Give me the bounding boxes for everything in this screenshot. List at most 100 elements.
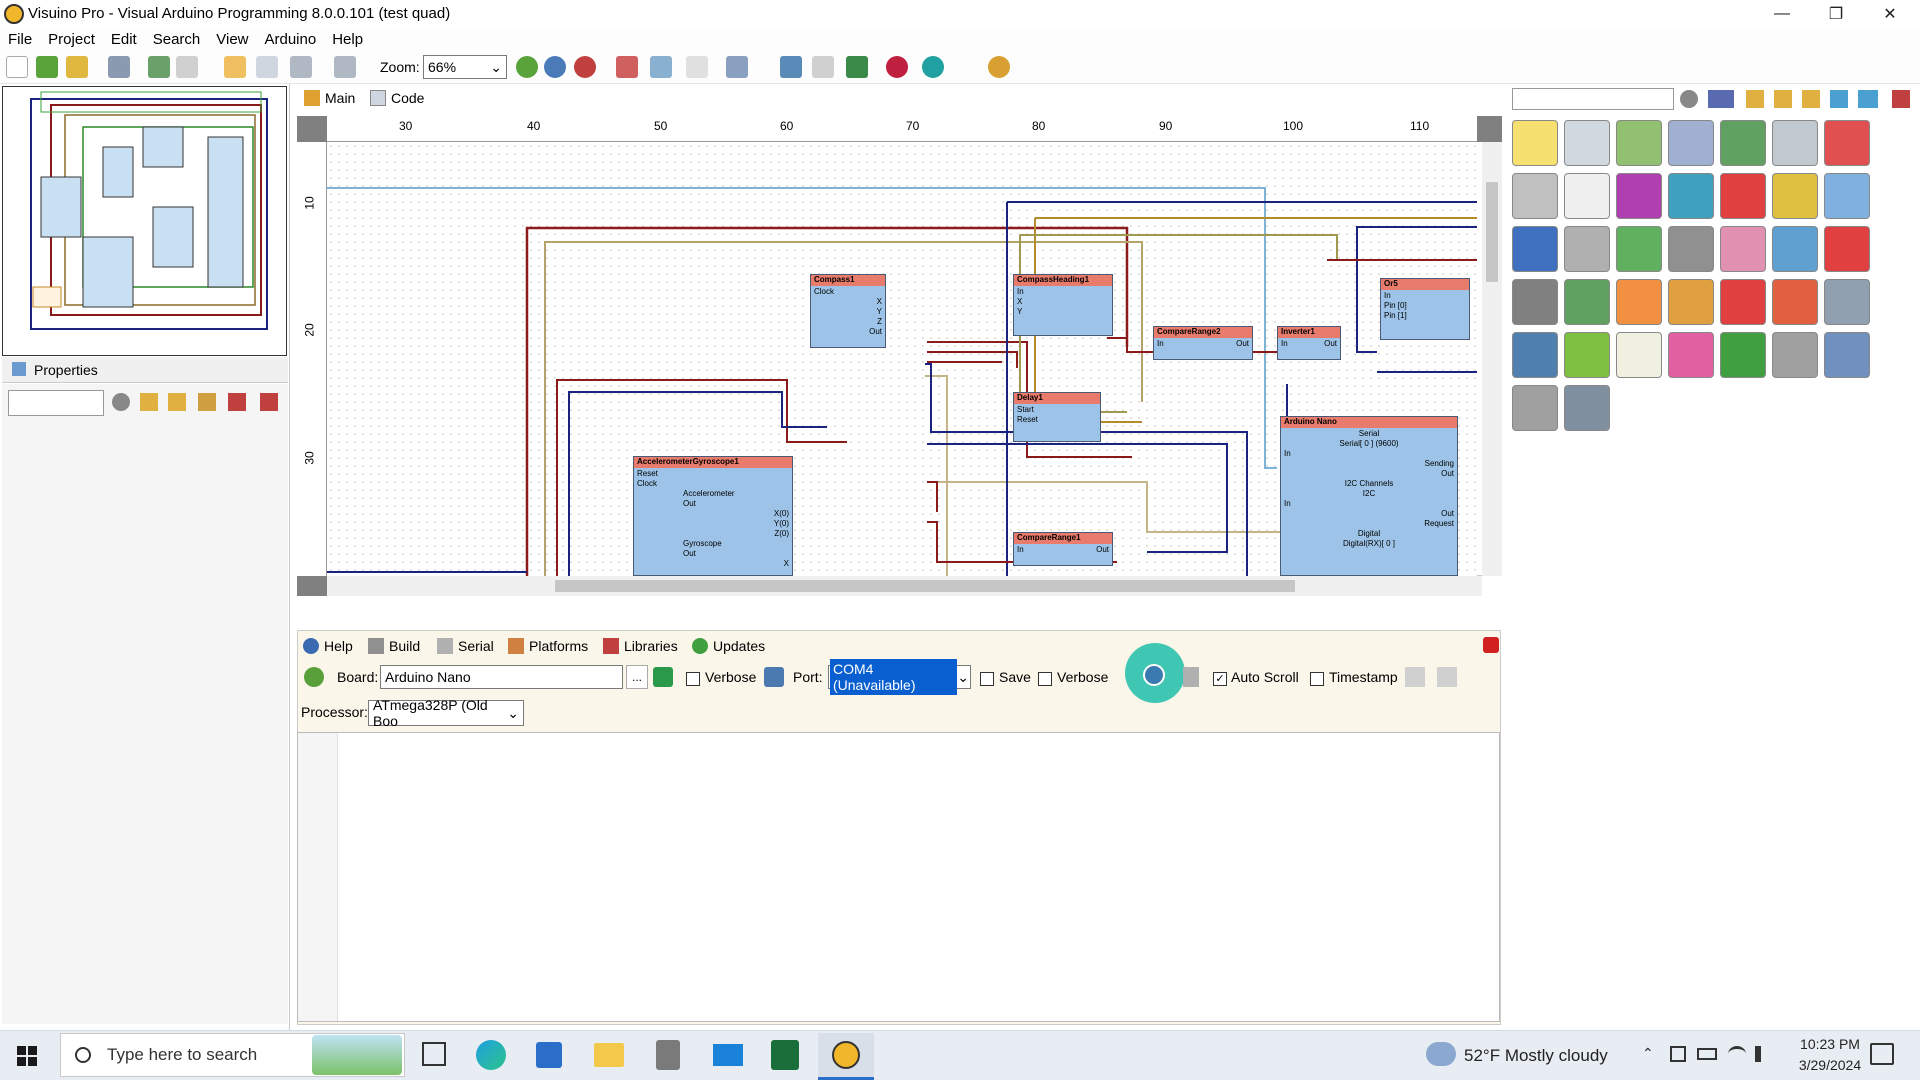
- pin-z0[interactable]: Z(0): [637, 529, 789, 539]
- numeric-icon[interactable]: [1858, 90, 1878, 108]
- recorder-icon[interactable]: [656, 1040, 680, 1070]
- tab-build[interactable]: Build: [368, 636, 420, 656]
- horizontal-scrollbar-thumb[interactable]: [555, 580, 1295, 592]
- restore-button[interactable]: ❐: [1810, 0, 1862, 28]
- verbose2-check-box[interactable]: [1038, 672, 1052, 687]
- pin-sending[interactable]: Sending: [1284, 459, 1454, 469]
- open-icon[interactable]: [36, 56, 58, 78]
- visuino-taskbar-button[interactable]: [818, 1033, 874, 1080]
- compare-range2-component[interactable]: CompareRange2 In Out: [1153, 326, 1253, 360]
- board-icon[interactable]: [1616, 120, 1662, 166]
- save-checkbox[interactable]: [980, 670, 994, 687]
- keypad-icon[interactable]: [1772, 120, 1818, 166]
- timestamp-check-box[interactable]: [1310, 672, 1324, 687]
- connect-serial-icon[interactable]: [1143, 664, 1165, 686]
- upload-icon[interactable]: [846, 56, 868, 78]
- pin-x0[interactable]: X(0): [637, 509, 789, 519]
- pin-out[interactable]: Out: [814, 327, 882, 337]
- save-icon[interactable]: [108, 56, 130, 78]
- inverter-component[interactable]: Inverter1 In Out: [1277, 326, 1341, 360]
- audio-icon[interactable]: [1512, 173, 1558, 219]
- color-icon[interactable]: [1668, 332, 1714, 378]
- file-explorer-icon[interactable]: [594, 1043, 624, 1067]
- menu-edit[interactable]: Edit: [103, 28, 145, 48]
- tab-updates[interactable]: Updates: [692, 636, 765, 656]
- category-icon[interactable]: [1708, 90, 1734, 108]
- menu-project[interactable]: Project: [40, 28, 103, 48]
- timestamp-checkbox[interactable]: [1310, 670, 1324, 687]
- arduino-nano-component[interactable]: Arduino Nano Serial Serial[ 0 ] (9600) I…: [1280, 416, 1458, 576]
- vertical-scrollbar[interactable]: [1482, 142, 1502, 576]
- pin-reset[interactable]: Reset: [637, 469, 789, 479]
- pin-0[interactable]: Pin [0]: [1384, 301, 1466, 311]
- find-icon[interactable]: [726, 56, 748, 78]
- properties-search-input[interactable]: [8, 390, 104, 416]
- tools-icon[interactable]: [1892, 90, 1910, 108]
- window-icon[interactable]: [1824, 279, 1870, 325]
- filter-icon[interactable]: [112, 393, 130, 411]
- vertical-scrollbar-thumb[interactable]: [1486, 182, 1498, 282]
- menu-search[interactable]: Search: [145, 28, 209, 48]
- menu-view[interactable]: View: [208, 28, 256, 48]
- box-icon[interactable]: [1512, 385, 1558, 431]
- zoom-in-icon[interactable]: [516, 56, 538, 78]
- pin-x[interactable]: X: [637, 559, 789, 569]
- board-input[interactable]: Arduino Nano: [380, 665, 623, 689]
- auto-scroll-check-box[interactable]: ✓: [1213, 672, 1227, 687]
- compass-component[interactable]: Compass1 Clock X Y Z Out: [810, 274, 886, 348]
- sort-icon[interactable]: [1830, 90, 1848, 108]
- serial-monitor-icon[interactable]: [886, 56, 908, 78]
- edge-icon[interactable]: [476, 1040, 506, 1070]
- motor-icon[interactable]: [1564, 120, 1610, 166]
- pin-start[interactable]: Start: [1017, 405, 1097, 415]
- theme-icon[interactable]: [988, 56, 1010, 78]
- pin-out[interactable]: Out: [1236, 339, 1249, 349]
- processor-select[interactable]: ATmega328P (Old Boo ⌄: [368, 697, 524, 729]
- clock-time[interactable]: 10:23 PM: [1790, 1036, 1870, 1052]
- menu-arduino[interactable]: Arduino: [257, 28, 325, 48]
- arduino-icon[interactable]: [922, 56, 944, 78]
- menu-help[interactable]: Help: [324, 28, 371, 48]
- build-icon[interactable]: [780, 56, 802, 78]
- stack-icon[interactable]: [1512, 332, 1558, 378]
- clear-icon[interactable]: [1437, 667, 1457, 687]
- import-icon[interactable]: [148, 56, 170, 78]
- pin-request[interactable]: Request: [1284, 519, 1454, 529]
- pin-in[interactable]: In: [1017, 545, 1024, 554]
- pin-in[interactable]: In: [1284, 449, 1454, 459]
- zoom-out-icon[interactable]: [574, 56, 596, 78]
- robot-icon[interactable]: [1720, 332, 1766, 378]
- store-icon[interactable]: [536, 1042, 562, 1068]
- pin-clock[interactable]: Clock: [637, 479, 789, 489]
- expand-icon[interactable]: [1774, 90, 1792, 108]
- tab-serial[interactable]: Serial: [437, 636, 494, 656]
- hand-icon[interactable]: [1720, 173, 1766, 219]
- sort-icon[interactable]: [198, 393, 216, 411]
- windows-start-icon[interactable]: [17, 1046, 37, 1066]
- task-view-icon[interactable]: [422, 1042, 446, 1066]
- pin-out[interactable]: Out: [637, 549, 789, 559]
- refresh-icon[interactable]: [616, 56, 638, 78]
- power-off-icon[interactable]: [1483, 637, 1499, 653]
- pin-icon[interactable]: [228, 393, 246, 411]
- pin-y0[interactable]: Y(0): [637, 519, 789, 529]
- number-icon[interactable]: [1564, 279, 1610, 325]
- pin-reset[interactable]: Reset: [1017, 415, 1097, 425]
- chevron-up-icon[interactable]: ⌃: [1642, 1045, 1654, 1062]
- pin-in[interactable]: In: [1157, 339, 1164, 348]
- pin-in[interactable]: In: [1281, 339, 1288, 348]
- pulse-icon[interactable]: [1720, 279, 1766, 325]
- pin-out[interactable]: Out: [1284, 509, 1454, 519]
- align-icon[interactable]: [224, 56, 246, 78]
- pin-in[interactable]: In: [1384, 291, 1466, 301]
- tab-main[interactable]: Main: [304, 88, 355, 108]
- menu-file[interactable]: File: [0, 28, 40, 48]
- export-icon[interactable]: [176, 56, 198, 78]
- minimize-button[interactable]: —: [1756, 0, 1808, 28]
- traffic-light-icon[interactable]: [1772, 173, 1818, 219]
- pin-y[interactable]: Y: [814, 307, 882, 317]
- pin-clock[interactable]: Clock: [814, 287, 882, 297]
- compare-range1-component[interactable]: CompareRange1 In Out: [1013, 532, 1113, 566]
- cut-icon[interactable]: [686, 56, 708, 78]
- memory-icon[interactable]: [1512, 279, 1558, 325]
